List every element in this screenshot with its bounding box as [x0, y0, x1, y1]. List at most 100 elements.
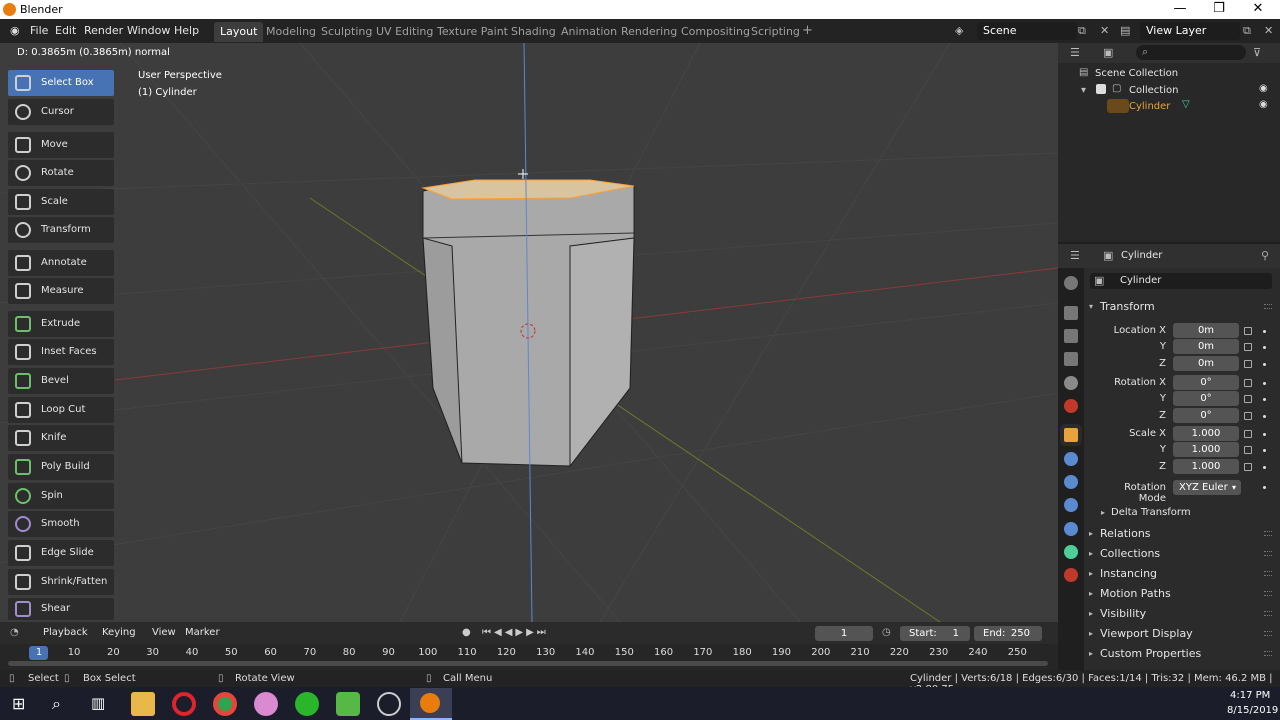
tool-shrink-fatten[interactable]: Shrink/Fatten — [8, 569, 114, 595]
tab-shading[interactable]: Shading — [505, 22, 562, 42]
tab-texture-paint[interactable]: Texture Paint — [431, 22, 514, 42]
location-x-field[interactable]: 0m — [1173, 323, 1239, 338]
remove-scene-icon[interactable]: ✕ — [1100, 24, 1109, 37]
collapse-arrow-icon[interactable]: ▾ — [1081, 85, 1086, 96]
timer-icon[interactable]: ◷ — [882, 627, 891, 638]
editor-type-icon[interactable]: ☰ — [1070, 46, 1080, 59]
tool-transform[interactable]: Transform — [8, 217, 114, 243]
panel-grip-icon[interactable] — [1264, 571, 1272, 576]
visibility-eye-icon[interactable]: ◉ — [1259, 83, 1268, 94]
obs-icon[interactable] — [377, 692, 401, 716]
tool-cursor[interactable]: Cursor — [8, 99, 114, 125]
panel-grip-icon[interactable] — [1264, 551, 1272, 556]
collection-checkbox[interactable] — [1096, 84, 1106, 94]
scene-selector[interactable]: Scene — [977, 22, 1077, 40]
panel-grip-icon[interactable] — [1264, 591, 1272, 596]
menu-file[interactable]: File — [30, 24, 48, 37]
relations-expand-icon[interactable]: ▸ — [1089, 529, 1093, 538]
tool-knife[interactable]: Knife — [8, 425, 114, 451]
lock-icon[interactable] — [1244, 360, 1252, 368]
world-tab-icon[interactable] — [1064, 399, 1078, 413]
constraints-tab-icon[interactable] — [1064, 522, 1078, 536]
scale-x-field[interactable]: 1.000 — [1173, 426, 1239, 441]
render-tab-icon[interactable] — [1064, 306, 1078, 320]
editor-type-icon[interactable]: ◔ — [10, 627, 19, 638]
tool-spin[interactable]: Spin — [8, 483, 114, 509]
tab-layout[interactable]: Layout — [214, 22, 264, 42]
object-name-field[interactable]: ▣ Cylinder — [1090, 273, 1272, 289]
taskbar-blender-active[interactable] — [410, 688, 452, 720]
tool-inset-faces[interactable]: Inset Faces — [8, 339, 114, 365]
viewport-display-expand-icon[interactable]: ▸ — [1089, 629, 1093, 638]
utorrent-icon[interactable] — [336, 692, 360, 716]
visibility-expand-icon[interactable]: ▸ — [1089, 609, 1093, 618]
rotation-x-field[interactable]: 0° — [1173, 375, 1239, 390]
visibility-panel[interactable]: Visibility — [1100, 607, 1146, 620]
lock-icon[interactable] — [1244, 412, 1252, 420]
start-frame-field[interactable]: Start: 1 — [900, 626, 970, 641]
3d-viewport[interactable] — [0, 43, 1058, 622]
tool-rotate[interactable]: Rotate — [8, 160, 114, 186]
panel-grip-icon[interactable] — [1264, 531, 1272, 536]
instancing-panel[interactable]: Instancing — [1100, 567, 1157, 580]
custom-properties-panel[interactable]: Custom Properties — [1100, 647, 1201, 660]
collections-panel[interactable]: Collections — [1100, 547, 1160, 560]
rotation-z-field[interactable]: 0° — [1173, 408, 1239, 423]
lock-icon[interactable] — [1244, 463, 1252, 471]
particles-tab-icon[interactable] — [1064, 475, 1078, 489]
tool-annotate[interactable]: Annotate — [8, 250, 114, 276]
tool-select-box[interactable]: Select Box — [8, 70, 114, 96]
tool-measure[interactable]: Measure — [8, 278, 114, 304]
physics-tab-icon[interactable] — [1064, 498, 1078, 512]
menu-edit[interactable]: Edit — [55, 24, 76, 37]
blender-menu-icon[interactable]: ◉ — [10, 24, 20, 37]
viewport-display-panel[interactable]: Viewport Display — [1100, 627, 1193, 640]
timeline-menu-marker[interactable]: Marker — [185, 627, 220, 638]
outliner-search-input[interactable]: ⌕ — [1136, 45, 1246, 60]
output-tab-icon[interactable] — [1064, 329, 1078, 343]
chrome-icon[interactable] — [213, 692, 237, 716]
remove-view-layer-icon[interactable]: ✕ — [1264, 24, 1273, 37]
location-z-field[interactable]: 0m — [1173, 356, 1239, 371]
scene-icon[interactable]: ◈ — [955, 24, 963, 37]
lock-icon[interactable] — [1244, 446, 1252, 454]
modifier-tab-icon[interactable] — [1064, 452, 1078, 466]
view-layer-tab-icon[interactable] — [1064, 352, 1078, 366]
keyframe-dot-icon[interactable] — [1263, 449, 1266, 452]
keyframe-dot-icon[interactable] — [1263, 433, 1266, 436]
delta-expand-icon[interactable]: ▸ — [1101, 508, 1105, 517]
scene-tab-icon[interactable] — [1064, 376, 1078, 390]
tool-loop-cut[interactable]: Loop Cut — [8, 397, 114, 423]
lock-icon[interactable] — [1244, 430, 1252, 438]
collections-expand-icon[interactable]: ▸ — [1089, 549, 1093, 558]
file-explorer-icon[interactable] — [131, 692, 155, 716]
tab-compositing[interactable]: Compositing — [675, 22, 756, 42]
search-icon[interactable]: ⌕ — [52, 694, 61, 714]
tool-bevel[interactable]: Bevel — [8, 368, 114, 394]
visibility-eye-icon[interactable]: ◉ — [1259, 99, 1268, 110]
rotation-mode-select[interactable]: XYZ Euler ▾ — [1173, 480, 1241, 495]
material-tab-icon[interactable] — [1064, 568, 1078, 582]
panel-grip-icon[interactable] — [1264, 651, 1272, 656]
timeline-scrollbar[interactable] — [8, 661, 1048, 666]
scale-z-field[interactable]: 1.000 — [1173, 459, 1239, 474]
motion-paths-panel[interactable]: Motion Paths — [1100, 587, 1171, 600]
keyframe-dot-icon[interactable] — [1263, 330, 1266, 333]
delta-transform-panel[interactable]: Delta Transform — [1111, 507, 1191, 518]
new-view-layer-icon[interactable]: ⧉ — [1243, 24, 1251, 38]
keyframe-dot-icon[interactable] — [1263, 382, 1266, 385]
custom-properties-expand-icon[interactable]: ▸ — [1089, 649, 1093, 658]
record-icon[interactable]: ● — [462, 627, 471, 638]
keyframe-dot-icon[interactable] — [1263, 346, 1266, 349]
add-workspace-button[interactable]: + — [796, 22, 819, 42]
timeline-menu-view[interactable]: View — [152, 627, 176, 638]
transform-expand-icon[interactable]: ▾ — [1089, 302, 1093, 311]
keyframe-dot-icon[interactable] — [1263, 363, 1266, 366]
filter-icon[interactable]: ⊽ — [1253, 46, 1261, 59]
tool-scale[interactable]: Scale — [8, 189, 114, 215]
tool-edge-slide[interactable]: Edge Slide — [8, 540, 114, 566]
tool-tab-icon[interactable] — [1064, 276, 1078, 290]
outliner-object-cylinder[interactable]: Cylinder — [1129, 101, 1170, 112]
panel-grip-icon[interactable] — [1264, 304, 1272, 309]
lock-icon[interactable] — [1244, 395, 1252, 403]
